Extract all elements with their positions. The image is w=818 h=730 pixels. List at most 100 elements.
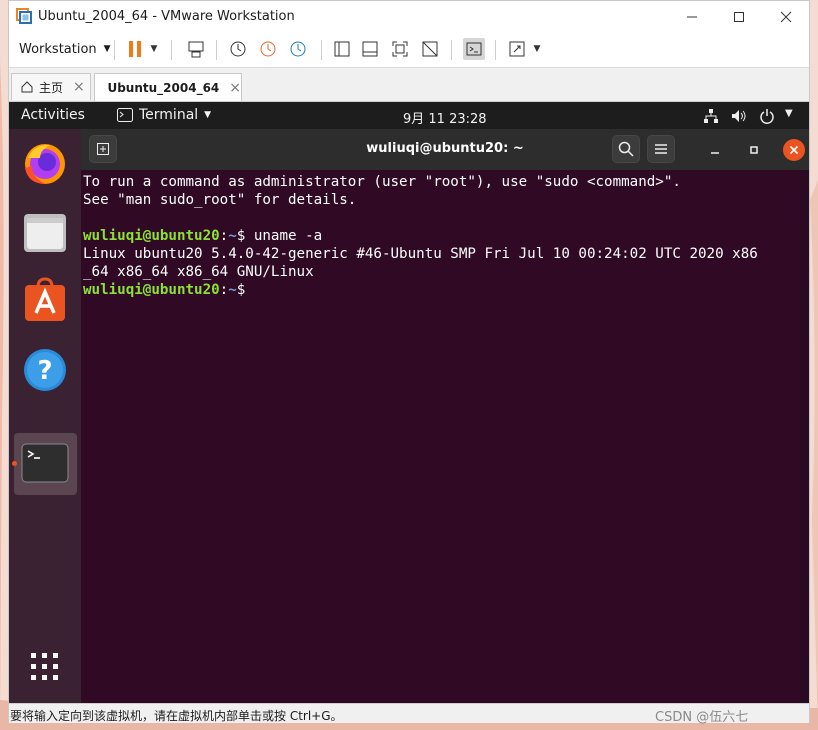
chevron-down-icon: ▼: [103, 44, 111, 54]
pause-icon: [129, 41, 141, 57]
svg-text:?: ?: [37, 356, 52, 386]
toolbar-divider: [321, 40, 322, 60]
fullscreen-icon: [509, 41, 525, 57]
terminal-prompt-line: wuliuqi@ubuntu20:~$: [83, 281, 799, 299]
workstation-menu-label: Workstation: [19, 41, 97, 57]
chevron-down-icon[interactable]: ▼: [785, 108, 793, 119]
clock[interactable]: 9月 11 23:28: [403, 108, 487, 127]
guest-display[interactable]: Activities Terminal ▼ 9月 11 23:28 ▼ ? wu…: [9, 102, 809, 703]
home-icon: [21, 81, 33, 93]
terminal-title: wuliuqi@ubuntu20: ~: [366, 141, 524, 156]
send-ctrl-alt-del-icon: [188, 41, 204, 58]
tab-home[interactable]: 主页 ×: [11, 73, 91, 100]
send-ctrl-alt-del-button[interactable]: [185, 38, 207, 60]
vmware-window: Ubuntu_2004_64 - VMware Workstation Work…: [8, 0, 810, 725]
power-icon[interactable]: [759, 108, 775, 124]
take-snapshot-button[interactable]: [227, 38, 249, 60]
help-icon: ?: [24, 349, 66, 391]
title-bar: Ubuntu_2004_64 - VMware Workstation: [9, 1, 809, 32]
pause-button[interactable]: [124, 38, 146, 60]
prompt-separator: :: [219, 282, 229, 298]
status-message: 要将输入定向到该虚拟机，请在虚拟机内部单击或按 Ctrl+G。: [10, 709, 343, 723]
terminal-close-button[interactable]: [783, 139, 805, 161]
terminal-minimize-button[interactable]: [704, 139, 726, 161]
snapshot-manager-button[interactable]: [287, 38, 309, 60]
workstation-menu[interactable]: Workstation ▼: [13, 36, 117, 62]
status-bar: 要将输入定向到该虚拟机，请在虚拟机内部单击或按 Ctrl+G。 CSDN @伍六…: [9, 703, 809, 725]
prompt-path: ~: [228, 228, 237, 244]
terminal-line: Linux ubuntu20 5.4.0-42-generic #46-Ubun…: [83, 246, 758, 262]
fullscreen-dropdown-button[interactable]: ▼: [530, 38, 544, 60]
prompt-command: $ uname -a: [236, 228, 323, 244]
activities-button[interactable]: Activities: [21, 107, 85, 123]
terminal-line: _64 x86_64 x86_64 GNU/Linux: [83, 264, 314, 280]
thumbnail-view-button[interactable]: [359, 38, 381, 60]
thumbnail-view-icon: [362, 41, 378, 57]
gnome-top-bar: Activities Terminal ▼ 9月 11 23:28 ▼: [9, 102, 809, 129]
tab-ubuntu-vm-label: Ubuntu_2004_64: [107, 80, 220, 95]
volume-icon[interactable]: [731, 108, 747, 124]
close-tab-icon[interactable]: ×: [229, 80, 241, 96]
toolbar-divider: [495, 40, 496, 60]
unity-button[interactable]: [419, 38, 441, 60]
prompt-path: ~: [228, 282, 237, 298]
toolbar-divider: [114, 40, 115, 60]
revert-snapshot-button[interactable]: [257, 38, 279, 60]
terminal-small-icon: [117, 108, 133, 122]
minimize-icon: [711, 152, 719, 154]
network-icon[interactable]: [703, 108, 719, 124]
fullscreen-button[interactable]: [506, 38, 528, 60]
close-tab-icon[interactable]: ×: [73, 79, 85, 95]
maximize-button[interactable]: [716, 1, 762, 32]
dock-software[interactable]: [21, 276, 69, 324]
toolbar-divider: [451, 40, 452, 60]
dock-files[interactable]: [21, 209, 69, 257]
vmware-logo-icon: [16, 8, 32, 24]
snapshot-take-icon: [230, 41, 246, 57]
power-dropdown-button[interactable]: ▼: [147, 38, 161, 60]
prompt-user: wuliuqi@ubuntu20: [83, 282, 220, 298]
hamburger-menu-icon: [655, 144, 667, 154]
terminal-scrollbar[interactable]: [800, 170, 809, 703]
prompt-user: wuliuqi@ubuntu20: [83, 228, 220, 244]
running-indicator: [12, 461, 17, 466]
terminal-icon: [21, 443, 69, 483]
vm-tab-strip: 主页 × Ubuntu_2004_64 ×: [9, 68, 809, 102]
toolbar-divider: [171, 40, 172, 60]
firefox-icon: [25, 144, 65, 184]
window-title: Ubuntu_2004_64 - VMware Workstation: [38, 9, 295, 24]
terminal-blank-line: ​: [83, 209, 799, 227]
toolbar-divider: [216, 40, 217, 60]
terminal-header-bar: wuliuqi@ubuntu20: ~: [81, 129, 809, 170]
minimize-button[interactable]: [669, 1, 715, 32]
app-menu-terminal[interactable]: Terminal ▼: [117, 107, 211, 123]
terminal-maximize-button[interactable]: [743, 139, 765, 161]
ubuntu-dock: ?: [9, 129, 81, 703]
files-icon: [24, 214, 66, 252]
chevron-down-icon: ▼: [150, 44, 158, 54]
tab-ubuntu-vm[interactable]: Ubuntu_2004_64 ×: [94, 73, 242, 101]
console-view-icon: [466, 42, 482, 56]
console-view-button[interactable]: [463, 38, 485, 60]
hamburger-menu-button[interactable]: [647, 135, 675, 163]
dock-help[interactable]: ?: [21, 346, 69, 394]
unity-icon: [422, 41, 438, 57]
show-applications-button[interactable]: [21, 643, 69, 691]
tab-home-label: 主页: [39, 80, 64, 95]
dock-terminal[interactable]: [21, 439, 69, 487]
fit-guest-button[interactable]: [389, 38, 411, 60]
snapshot-revert-icon: [260, 41, 276, 57]
terminal-output[interactable]: To run a command as administrator (user …: [83, 173, 799, 299]
close-window-button[interactable]: [763, 1, 809, 32]
minimize-icon: [687, 16, 697, 17]
library-view-button[interactable]: [331, 38, 353, 60]
fit-guest-icon: [392, 41, 408, 57]
terminal-window[interactable]: wuliuqi@ubuntu20: ~ To run a command as …: [81, 129, 809, 703]
app-grid-icon: [31, 653, 58, 680]
watermark: CSDN @伍六七: [655, 710, 749, 725]
dock-firefox[interactable]: [21, 139, 69, 187]
library-view-icon: [334, 41, 350, 57]
terminal-line: To run a command as administrator (user …: [83, 174, 681, 190]
search-button[interactable]: [612, 135, 640, 163]
snapshot-manager-icon: [290, 41, 306, 57]
